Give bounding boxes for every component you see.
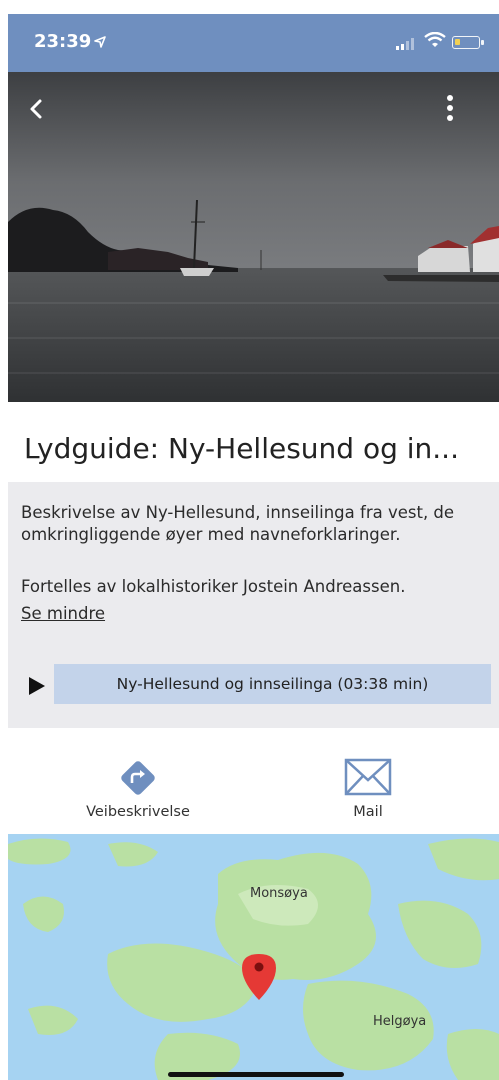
directions-icon (121, 761, 155, 795)
map-label-monsoya: Monsøya (250, 886, 308, 901)
status-time: 23:39 (34, 31, 92, 52)
mail-icon (344, 758, 392, 796)
home-indicator (168, 1072, 344, 1077)
hero-photo (8, 72, 499, 402)
more-vertical-icon (447, 95, 453, 121)
signal-icon (396, 35, 416, 54)
battery-icon (452, 36, 484, 49)
map-view[interactable]: Monsøya Helgøya (8, 834, 499, 1080)
wifi-icon (424, 31, 446, 52)
location-arrow-icon (94, 33, 106, 52)
page-title: Lydguide: Ny-Hellesund og in... (24, 432, 459, 465)
audio-track-label: Ny-Hellesund og innseilinga (03:38 min) (116, 675, 429, 693)
description-box: Beskrivelse av Ny-Hellesund, innseilinga… (8, 482, 499, 728)
audio-track-button[interactable]: Ny-Hellesund og innseilinga (03:38 min) (54, 664, 491, 704)
directions-label: Veibeskrivelse (86, 804, 190, 820)
back-chevron-icon (30, 99, 42, 119)
description-text: Beskrivelse av Ny-Hellesund, innseilinga… (21, 503, 455, 544)
directions-button[interactable]: Veibeskrivelse (58, 750, 218, 830)
map-label-helgoya: Helgøya (373, 1014, 427, 1029)
status-bar: 23:39 (8, 14, 499, 72)
mail-button[interactable]: Mail (288, 750, 448, 830)
narrator-text: Fortelles av lokalhistoriker Jostein And… (21, 577, 406, 596)
back-button[interactable] (20, 92, 54, 126)
play-icon[interactable] (28, 676, 46, 700)
mail-label: Mail (353, 804, 383, 820)
more-options-button[interactable] (438, 90, 462, 126)
see-less-link[interactable]: Se mindre (21, 604, 105, 623)
app-screen: 23:39 Lydguide: Ny-Hellesund og in... Be… (8, 14, 499, 1080)
